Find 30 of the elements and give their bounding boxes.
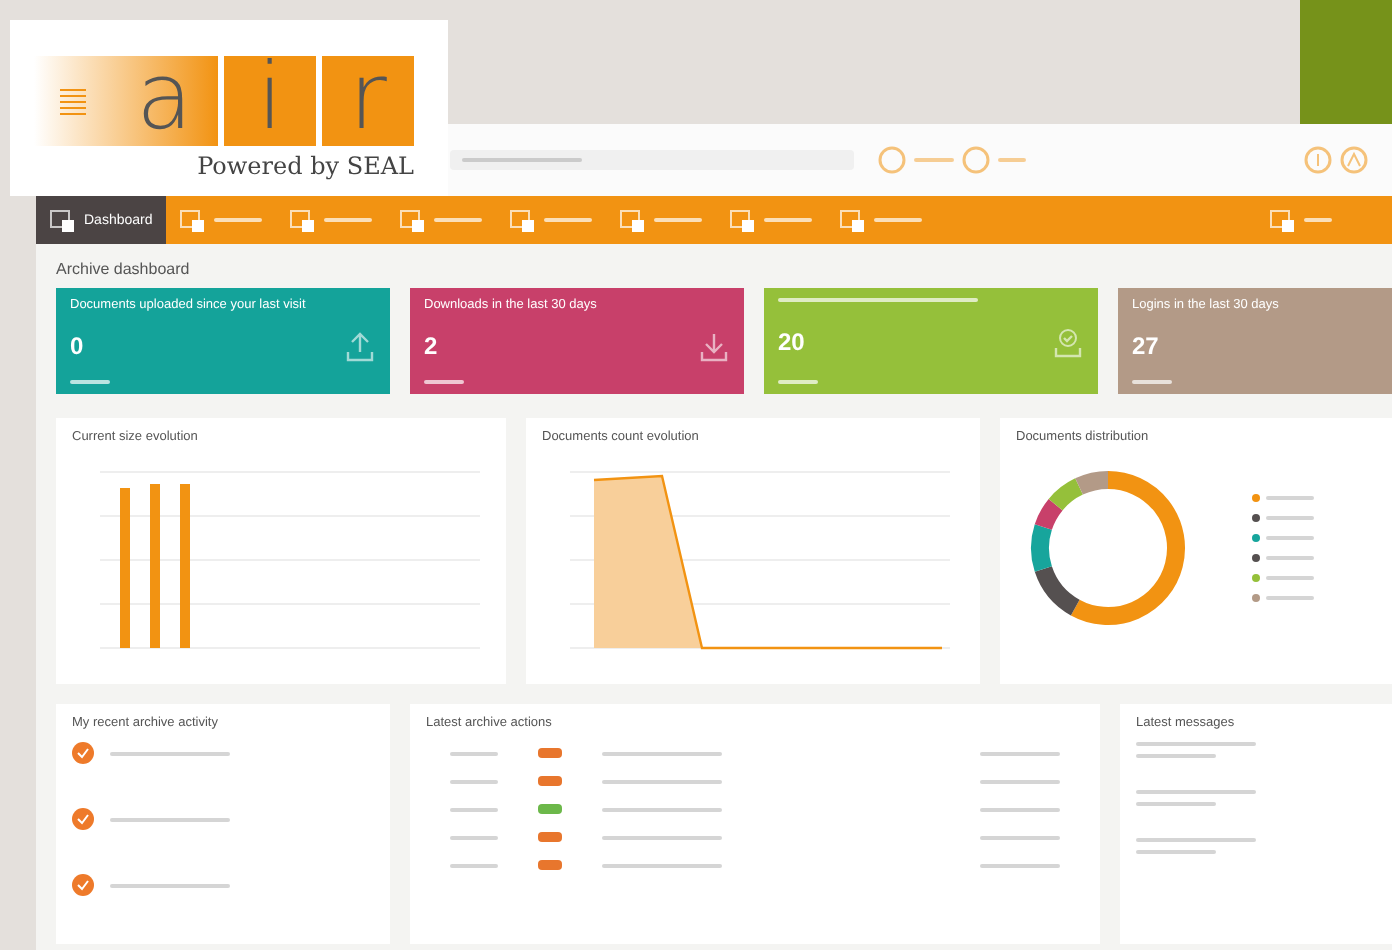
page-title: Archive dashboard (56, 260, 192, 278)
logo-letter: r (322, 56, 414, 146)
check-icon (1052, 325, 1084, 357)
check-icon (72, 874, 94, 896)
card-value: 27 (1132, 332, 1159, 360)
window-icon (730, 209, 757, 231)
info-icon[interactable] (1304, 146, 1332, 174)
chart-legend (1252, 494, 1314, 602)
accent-block (1300, 0, 1392, 124)
check-icon (72, 808, 94, 830)
window-icon (400, 209, 427, 231)
logo-letter: i (224, 56, 316, 146)
window-icon (510, 209, 537, 231)
tagline: Powered by SEAL (195, 152, 414, 180)
card-value: 2 (424, 332, 438, 360)
window-icon (180, 209, 207, 231)
window-icon (840, 209, 867, 231)
logo-letter: a (34, 56, 218, 146)
user-menu[interactable] (1270, 209, 1332, 231)
window-icon (290, 209, 317, 231)
download-icon (698, 330, 730, 362)
window-icon (620, 209, 647, 231)
upload-icon (344, 330, 376, 362)
check-icon (72, 742, 94, 764)
window-icon (1270, 209, 1296, 231)
window-icon (50, 209, 76, 231)
lines-icon (59, 87, 86, 115)
search-field[interactable] (450, 150, 854, 170)
card-value: 0 (70, 332, 84, 360)
card-value: 20 (778, 327, 805, 355)
